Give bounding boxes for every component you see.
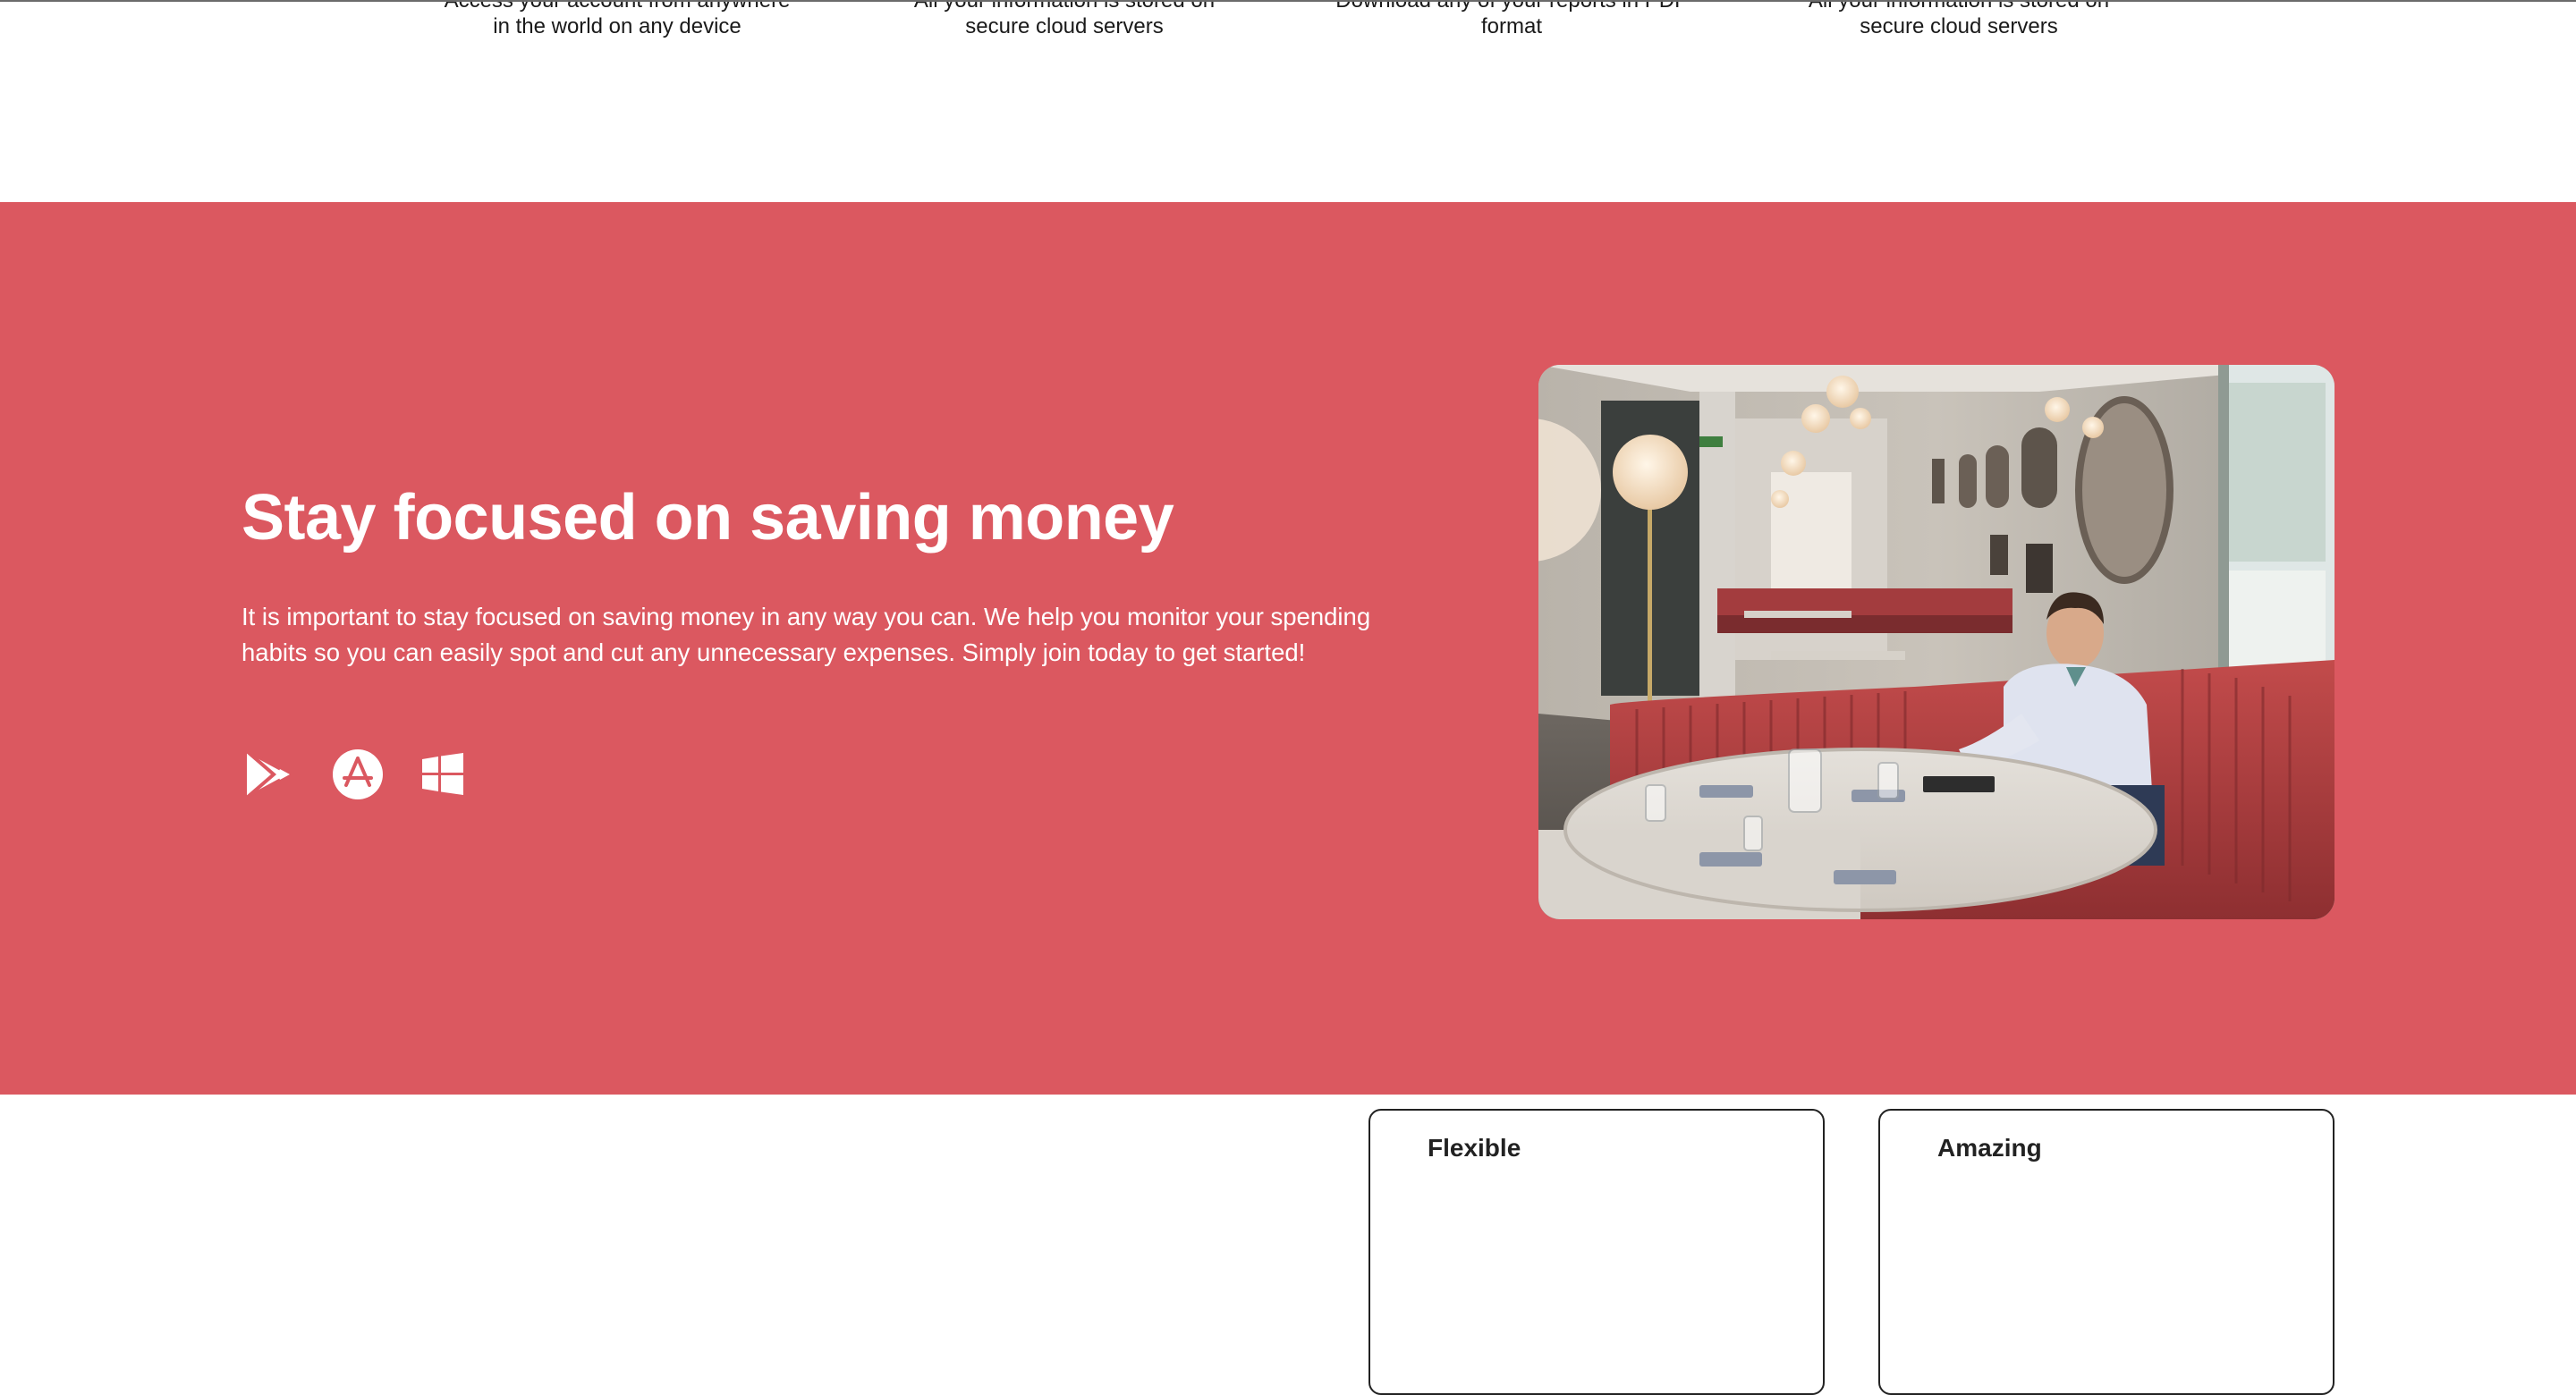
feature-text: secure cloud servers (1860, 14, 2058, 38)
feature-text: in the world on any device (493, 14, 741, 38)
top-divider (0, 0, 2576, 2)
feature-text: secure cloud servers (965, 14, 1164, 38)
promo-description: It is important to stay focused on savin… (242, 603, 1371, 666)
google-play-icon[interactable] (242, 748, 295, 806)
feature-card-flexible[interactable]: Flexible (1368, 1109, 1825, 1395)
features-section: Access your account from anywhere in the… (0, 0, 2576, 202)
feature-item: Download any of your reports in PDF form… (1306, 0, 1717, 39)
feature-text: Download any of your reports in PDF (1335, 0, 1688, 13)
feature-card-amazing[interactable]: Amazing (1878, 1109, 2334, 1395)
promo-section: Stay focused on saving money It is impor… (0, 202, 2576, 1095)
feature-text: All your information is stored on (1808, 0, 2110, 13)
store-links (242, 742, 501, 810)
feature-item: All your information is stored on secure… (1753, 0, 2165, 39)
feature-text: format (1480, 14, 1542, 38)
feature-text: All your information is stored on (913, 0, 1216, 13)
feature-item: All your information is stored on secure… (859, 0, 1270, 39)
feature-item: Access your account from anywhere in the… (411, 0, 823, 39)
card-label: Amazing (1937, 1134, 2042, 1162)
feature-text: Access your account from anywhere (444, 0, 791, 13)
app-store-icon[interactable] (331, 748, 385, 806)
windows-icon[interactable] (420, 752, 465, 801)
promo-photo (1538, 365, 2334, 919)
promo-title: Stay focused on saving money (242, 482, 1174, 554)
card-label: Flexible (1428, 1134, 1521, 1162)
